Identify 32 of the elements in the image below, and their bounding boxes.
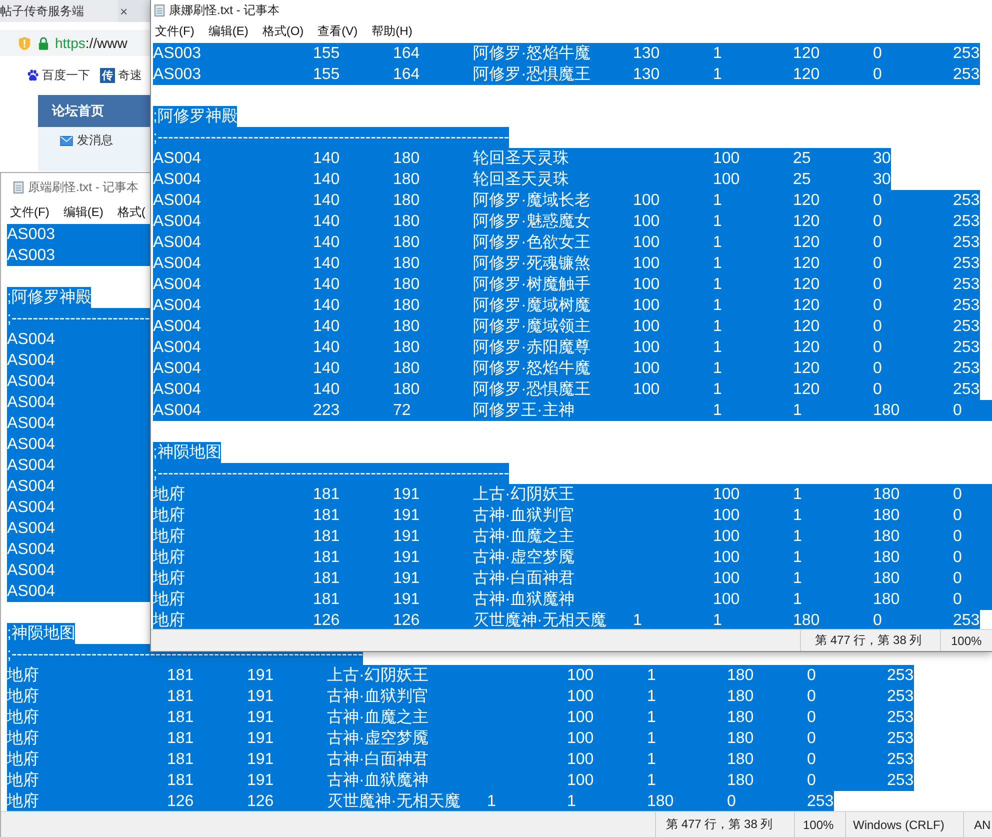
nav-link[interactable]: 论坛首页 xyxy=(52,102,104,120)
bookmark-link[interactable]: 百度一下 xyxy=(42,66,90,84)
status-text: AN xyxy=(963,812,992,837)
menu-item[interactable]: 编辑(E) xyxy=(63,204,104,220)
menu-item[interactable]: 文件(F) xyxy=(155,23,194,40)
message-link[interactable]: 发消息 xyxy=(77,132,113,149)
envelope-icon xyxy=(60,136,73,146)
browser-tab[interactable]: 帖子传奇服务端 xyxy=(0,0,118,22)
window-title: 康娜刷怪.txt - 记事本 xyxy=(169,2,280,19)
notepad-icon xyxy=(13,180,24,194)
lock-icon xyxy=(38,36,49,50)
status-text: 100% xyxy=(794,812,845,837)
window-title: 原端刷怪.txt - 记事本 xyxy=(28,178,139,196)
status-text: Windows (CRLF) xyxy=(845,812,963,837)
menu-item[interactable]: 编辑(E) xyxy=(208,23,248,40)
url-text: ://www xyxy=(85,35,128,51)
close-button[interactable]: × xyxy=(120,4,128,18)
menu-item[interactable]: 查看(V) xyxy=(318,23,358,40)
menu-item[interactable]: 格式(O) xyxy=(262,23,304,40)
menu-item[interactable]: 文件(F) xyxy=(10,204,50,220)
shield-icon xyxy=(17,36,32,50)
paw-icon xyxy=(26,68,39,82)
site-logo: 传 xyxy=(100,68,115,82)
bookmark-link[interactable]: 奇速 xyxy=(118,66,142,84)
status-text: 第 477 行，第 38 列 xyxy=(655,812,794,837)
status-text: 第 477 行，第 38 列 xyxy=(800,630,940,651)
url-scheme: https xyxy=(55,35,86,51)
menu-item[interactable]: 格式( xyxy=(117,204,146,220)
notepad-icon xyxy=(154,4,165,17)
status-text: 100% xyxy=(940,630,992,651)
address-bar[interactable]: https://www xyxy=(0,30,150,56)
menu-item[interactable]: 帮助(H) xyxy=(372,23,412,40)
